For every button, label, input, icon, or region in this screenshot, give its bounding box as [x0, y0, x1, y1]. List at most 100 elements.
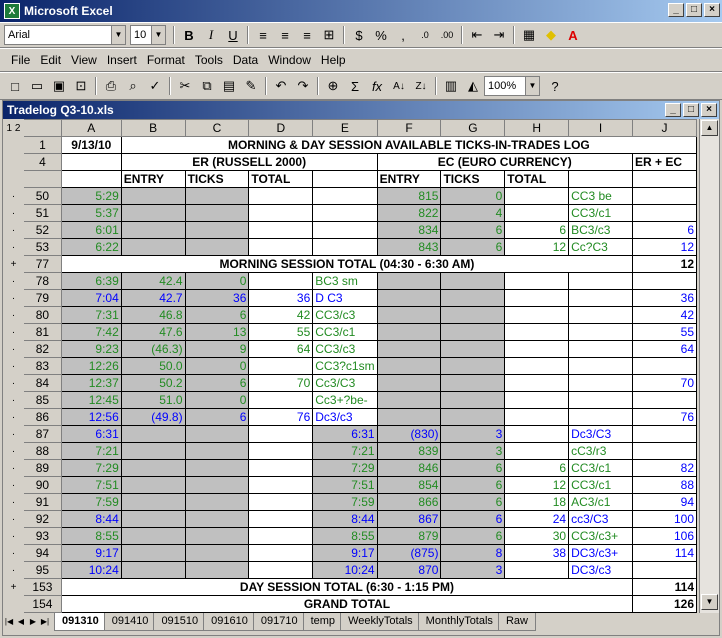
- align-center-icon[interactable]: ≡: [274, 24, 296, 46]
- cell[interactable]: CC3/c3+: [568, 527, 634, 545]
- cell[interactable]: 9:23: [60, 340, 122, 358]
- cell[interactable]: 7:21: [312, 442, 378, 460]
- cell[interactable]: 64: [248, 340, 314, 358]
- cell[interactable]: ENTRY: [120, 170, 186, 188]
- cell[interactable]: [248, 204, 314, 222]
- row-header[interactable]: 89: [22, 459, 62, 477]
- row-header[interactable]: 88: [22, 442, 62, 460]
- cell[interactable]: [248, 476, 314, 494]
- cell[interactable]: [568, 306, 634, 324]
- sheet-tab[interactable]: 091410: [103, 613, 157, 631]
- cell[interactable]: [60, 170, 122, 188]
- increase-decimal-icon[interactable]: .0: [414, 24, 436, 46]
- cell[interactable]: [440, 357, 506, 375]
- cell[interactable]: 36: [184, 289, 250, 307]
- row-header[interactable]: 83: [22, 357, 62, 375]
- cell[interactable]: DAY SESSION TOTAL (6:30 - 1:15 PM): [60, 578, 634, 596]
- cell[interactable]: 12: [504, 238, 570, 256]
- cell[interactable]: [440, 391, 506, 409]
- sheet-tab[interactable]: 091710: [252, 613, 306, 631]
- cell[interactable]: [376, 289, 442, 307]
- cell[interactable]: [248, 272, 314, 290]
- cell[interactable]: [504, 272, 570, 290]
- cell[interactable]: [440, 374, 506, 392]
- cell[interactable]: (49.8): [120, 408, 186, 426]
- cell[interactable]: TICKS: [440, 170, 506, 188]
- cell[interactable]: 854: [376, 476, 442, 494]
- cell[interactable]: 7:51: [60, 476, 122, 494]
- column-header-i[interactable]: I: [568, 119, 634, 137]
- cell[interactable]: [632, 204, 697, 222]
- cell[interactable]: [312, 187, 378, 205]
- cell[interactable]: TICKS: [184, 170, 250, 188]
- cell[interactable]: 3: [440, 425, 506, 443]
- sheet-tab[interactable]: 091310: [54, 613, 107, 631]
- cell[interactable]: [440, 408, 506, 426]
- cell[interactable]: CC3/c1: [568, 459, 634, 477]
- cell[interactable]: 6: [440, 527, 506, 545]
- cell[interactable]: CC3/c1: [568, 204, 634, 222]
- cell[interactable]: 8: [440, 544, 506, 562]
- cell[interactable]: [568, 357, 634, 375]
- cell[interactable]: 13: [184, 323, 250, 341]
- worksheet-grid[interactable]: 1 2 A B C D E F G H I J 1 9/13/10 MORNING & DAY SESSI…: [3, 119, 697, 613]
- cell[interactable]: 8:55: [60, 527, 122, 545]
- outline-marker[interactable]: +: [3, 578, 24, 596]
- cell[interactable]: 7:59: [312, 493, 378, 511]
- paste-icon[interactable]: ▤: [218, 75, 240, 97]
- cell[interactable]: 76: [632, 408, 697, 426]
- cell[interactable]: 82: [632, 459, 697, 477]
- menu-insert[interactable]: Insert: [102, 53, 142, 67]
- cell[interactable]: 7:29: [60, 459, 122, 477]
- cell[interactable]: [568, 323, 634, 341]
- permission-icon[interactable]: ⊡: [70, 75, 92, 97]
- row-header[interactable]: 51: [22, 204, 62, 222]
- scroll-up-button[interactable]: ▲: [701, 120, 718, 136]
- cell[interactable]: (46.3): [120, 340, 186, 358]
- cell[interactable]: [504, 187, 570, 205]
- cell[interactable]: BC3 sm: [312, 272, 378, 290]
- cell[interactable]: 8:44: [312, 510, 378, 528]
- cell[interactable]: [504, 204, 570, 222]
- cell[interactable]: 10:24: [312, 561, 378, 579]
- cell[interactable]: [248, 493, 314, 511]
- cell[interactable]: Cc3/C3: [312, 374, 378, 392]
- sheet-tab[interactable]: 091610: [203, 613, 256, 631]
- row-header[interactable]: 1: [22, 136, 62, 154]
- cell[interactable]: [312, 204, 378, 222]
- row-header[interactable]: 90: [22, 476, 62, 494]
- cell[interactable]: [184, 238, 250, 256]
- cell[interactable]: [184, 442, 250, 460]
- cell[interactable]: 76: [248, 408, 314, 426]
- cell[interactable]: [568, 272, 634, 290]
- cell[interactable]: 50.2: [120, 374, 186, 392]
- cell[interactable]: [184, 527, 250, 545]
- cell[interactable]: [184, 187, 250, 205]
- chart-wizard-icon[interactable]: ▥: [440, 75, 462, 97]
- cell[interactable]: 6: [184, 374, 250, 392]
- row-header[interactable]: 81: [22, 323, 62, 341]
- cell[interactable]: (830): [376, 425, 442, 443]
- cell[interactable]: TOTAL: [504, 170, 570, 188]
- sheet-tab[interactable]: 091510: [153, 613, 207, 631]
- cell[interactable]: 7:04: [60, 289, 122, 307]
- currency-icon[interactable]: $: [348, 24, 370, 46]
- cell[interactable]: [248, 544, 314, 562]
- cell[interactable]: 10:24: [60, 561, 122, 579]
- cell[interactable]: 6: [440, 510, 506, 528]
- cell[interactable]: [248, 459, 314, 477]
- cell[interactable]: [120, 187, 186, 205]
- cell[interactable]: [248, 357, 314, 375]
- cell[interactable]: 7:31: [60, 306, 122, 324]
- cell[interactable]: MORNING SESSION TOTAL (04:30 - 6:30 AM): [60, 255, 634, 273]
- cell[interactable]: [504, 408, 570, 426]
- cell[interactable]: Cc3+?be-: [312, 391, 378, 409]
- cell[interactable]: 6:31: [60, 425, 122, 443]
- cell[interactable]: [632, 272, 697, 290]
- sheet-tab[interactable]: WeeklyTotals: [340, 613, 421, 631]
- row-header[interactable]: 154: [22, 595, 62, 613]
- cell[interactable]: 5:37: [60, 204, 122, 222]
- cell[interactable]: [248, 561, 314, 579]
- workbook-minimize-button[interactable]: _: [665, 103, 681, 117]
- cell[interactable]: [184, 561, 250, 579]
